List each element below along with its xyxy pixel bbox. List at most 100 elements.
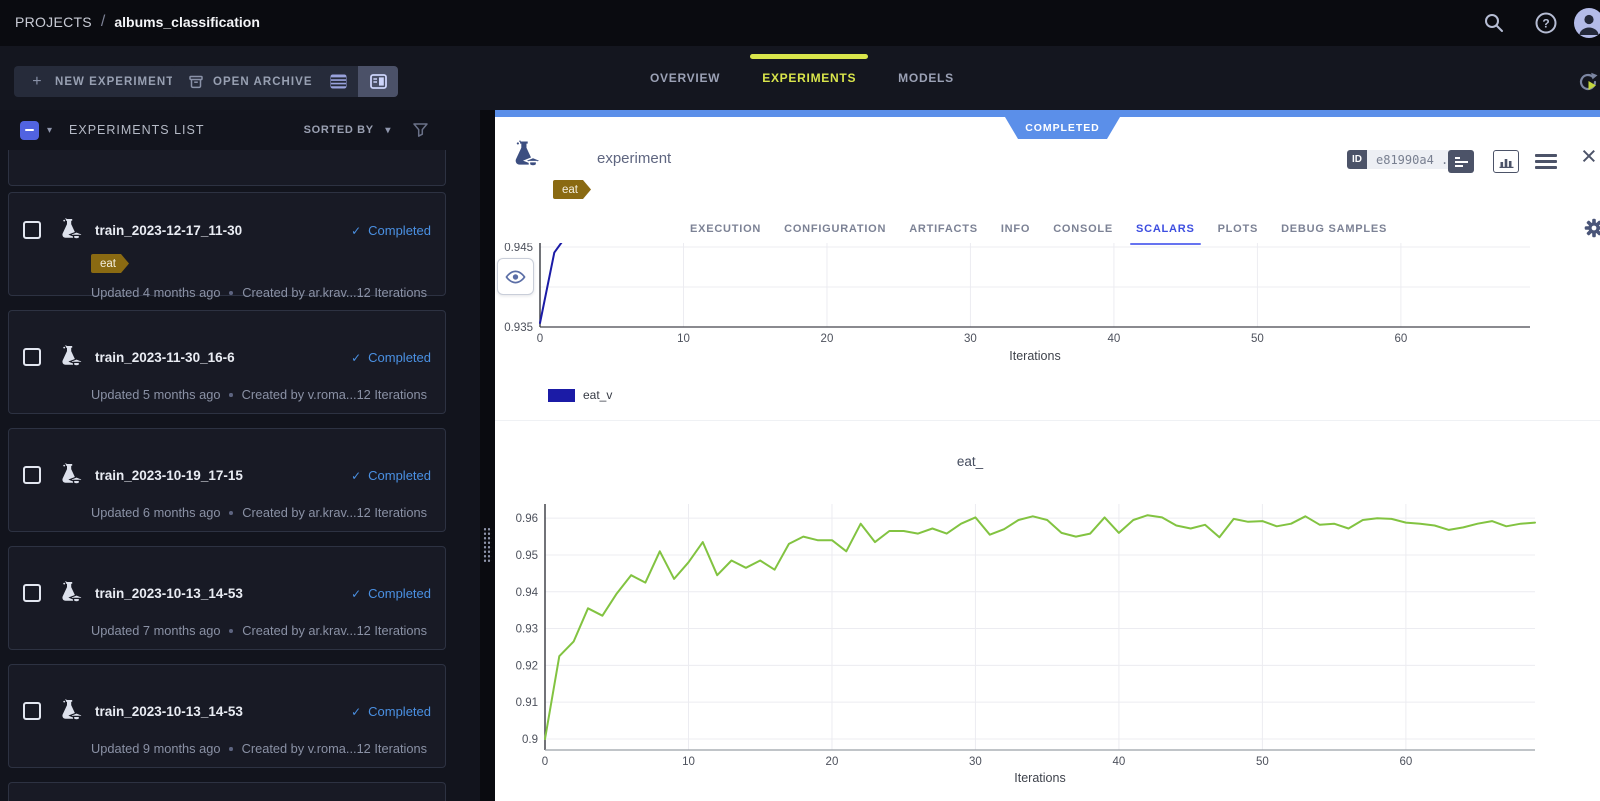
svg-text:0: 0 (537, 333, 543, 345)
user-avatar[interactable] (1574, 8, 1600, 38)
svg-text:0.95: 0.95 (516, 550, 538, 562)
iterations-text: 12 Iterations (356, 741, 427, 756)
experiment-checkbox[interactable] (23, 466, 41, 484)
breadcrumb-projects-link[interactable]: PROJECTS (15, 14, 92, 30)
detail-tab-console[interactable]: CONSOLE (1053, 223, 1113, 235)
select-all-checkbox[interactable] (20, 120, 39, 140)
metrics-chart-button[interactable] (1493, 150, 1519, 173)
dot-separator (229, 290, 234, 295)
svg-text:0.945: 0.945 (504, 243, 533, 254)
experiment-name: train_2023-10-19_17-15 (95, 467, 243, 483)
svg-text:40: 40 (1113, 756, 1126, 768)
status-top-bar (495, 110, 1600, 117)
svg-text:50: 50 (1256, 756, 1269, 768)
status-completed: ✓ Completed (351, 585, 431, 601)
splitter-drag-handle[interactable] (483, 527, 492, 563)
experiment-card[interactable]: train_2023-12-17_11-30 ✓ Completed eat Up… (8, 192, 446, 300)
detail-tab-configuration[interactable]: CONFIGURATION (784, 223, 886, 235)
tag-eat[interactable]: eat (91, 254, 129, 273)
eye-visibility-button[interactable] (497, 258, 534, 295)
experiment-type-icon (57, 345, 83, 369)
created-by-text: Created by ar.krav... (242, 505, 357, 520)
experiment-title[interactable]: experiment (597, 150, 671, 167)
experiment-card-row: train_2023-10-19_17-15 ✓ Completed (23, 463, 431, 487)
table-view-toggle[interactable] (318, 66, 358, 97)
experiment-card[interactable]: train_2023-11-30_16-6 ✓ Completed Updated… (8, 310, 446, 414)
experiment-card[interactable]: train_2023-10-13_14-53 ✓ Completed Update… (8, 546, 446, 650)
iterations-text: 12 Iterations (356, 387, 427, 402)
status-ribbon: COMPLETED (1005, 117, 1120, 139)
new-experiment-button[interactable]: + NEW EXPERIMENT (14, 66, 191, 97)
sorted-by-dropdown[interactable]: SORTED BY ▾ (304, 124, 391, 136)
status-completed: ✓ Completed (351, 222, 431, 238)
created-by-text: Created by ar.krav... (242, 623, 357, 638)
created-by-text: Created by ar.krav... (242, 285, 357, 300)
svg-text:0.93: 0.93 (516, 624, 538, 636)
experiment-card-partial[interactable] (8, 782, 446, 801)
experiment-details-button[interactable] (1448, 150, 1474, 173)
experiment-checkbox[interactable] (23, 584, 41, 602)
detail-tab-plots[interactable]: PLOTS (1218, 223, 1259, 235)
breadcrumb-current-project: albums_classification (114, 14, 260, 30)
open-archive-button[interactable]: OPEN ARCHIVE (172, 66, 329, 97)
experiment-type-icon (57, 218, 83, 242)
dot-separator (229, 746, 233, 751)
detail-tab-execution[interactable]: EXECUTION (690, 223, 761, 235)
experiments-list-title: EXPERIMENTS LIST (69, 123, 205, 137)
experiment-meta: Updated 6 months ago Created by ar.krav.… (91, 505, 431, 520)
project-tabs: OVERVIEW EXPERIMENTS MODELS (650, 46, 954, 110)
status-completed: ✓ Completed (351, 349, 431, 365)
experiment-card[interactable]: train_2023-10-19_17-15 ✓ Completed Update… (8, 428, 446, 532)
updated-text: Updated 4 months ago (91, 285, 221, 300)
experiment-checkbox[interactable] (23, 221, 41, 239)
detail-tab-debug-samples[interactable]: DEBUG SAMPLES (1281, 223, 1387, 235)
experiment-checkbox[interactable] (23, 348, 41, 366)
updated-text: Updated 9 months ago (91, 741, 221, 756)
breadcrumb-separator: / (100, 13, 106, 30)
svg-text:0.92: 0.92 (516, 660, 538, 672)
search-icon[interactable] (1481, 10, 1507, 36)
settings-gear-icon[interactable] (1584, 218, 1600, 238)
details-view-toggle[interactable] (358, 66, 398, 97)
experiment-card-row: train_2023-12-17_11-30 ✓ Completed (23, 218, 431, 242)
section-divider (495, 420, 1600, 421)
updated-text: Updated 7 months ago (91, 623, 221, 638)
svg-text:20: 20 (821, 333, 834, 345)
experiment-name: train_2023-10-13_14-53 (95, 703, 243, 719)
chart-legend[interactable]: eat_v (548, 388, 612, 402)
detail-tab-info[interactable]: INFO (1001, 223, 1030, 235)
open-archive-label: OPEN ARCHIVE (213, 75, 313, 88)
tag-eat[interactable]: eat (553, 180, 591, 199)
close-icon[interactable]: × (1581, 143, 1597, 170)
experiment-checkbox[interactable] (23, 702, 41, 720)
detail-tab-artifacts[interactable]: ARTIFACTS (909, 223, 978, 235)
select-dropdown-caret-icon[interactable]: ▾ (47, 125, 52, 136)
id-badge: ID (1347, 150, 1367, 169)
detail-tab-scalars[interactable]: SCALARS (1130, 223, 1201, 245)
archive-icon (188, 74, 203, 89)
experiment-meta: Updated 7 months ago Created by ar.krav.… (91, 623, 431, 638)
project-tab-experiments[interactable]: EXPERIMENTS (762, 71, 856, 85)
experiment-type-icon (57, 699, 83, 723)
scalar-chart-cropped[interactable]: 01020304050600.9350.940.945Iterations (495, 243, 1600, 393)
experiment-card-partial[interactable] (8, 150, 446, 186)
app-root: PROJECTS / albums_classification ? + NEW… (0, 0, 1600, 801)
svg-text:60: 60 (1394, 333, 1407, 345)
menu-icon[interactable] (1535, 154, 1557, 173)
help-icon[interactable]: ? (1533, 10, 1559, 36)
experiment-card[interactable]: train_2023-10-13_14-53 ✓ Completed Update… (8, 664, 446, 768)
project-tab-overview[interactable]: OVERVIEW (650, 71, 720, 85)
experiment-type-icon (57, 581, 83, 605)
updated-text: Updated 6 months ago (91, 505, 221, 520)
plus-icon: + (32, 72, 43, 90)
created-by-text: Created by v.roma... (241, 387, 357, 402)
svg-text:0.935: 0.935 (504, 322, 533, 334)
filter-funnel-icon[interactable] (413, 123, 428, 137)
new-experiment-label: NEW EXPERIMENT (55, 75, 175, 88)
svg-text:30: 30 (964, 333, 977, 345)
scalar-chart-eat[interactable]: 0 10 20 30 40 50 60 0.9 0.91 0.92 0.93 0.94 0.95 0.96… (495, 490, 1600, 790)
project-tab-models[interactable]: MODELS (898, 71, 954, 85)
top-header-bar: PROJECTS / albums_classification ? (0, 0, 1600, 46)
check-icon: ✓ (351, 350, 362, 365)
auto-refresh-icon[interactable] (1576, 70, 1600, 94)
